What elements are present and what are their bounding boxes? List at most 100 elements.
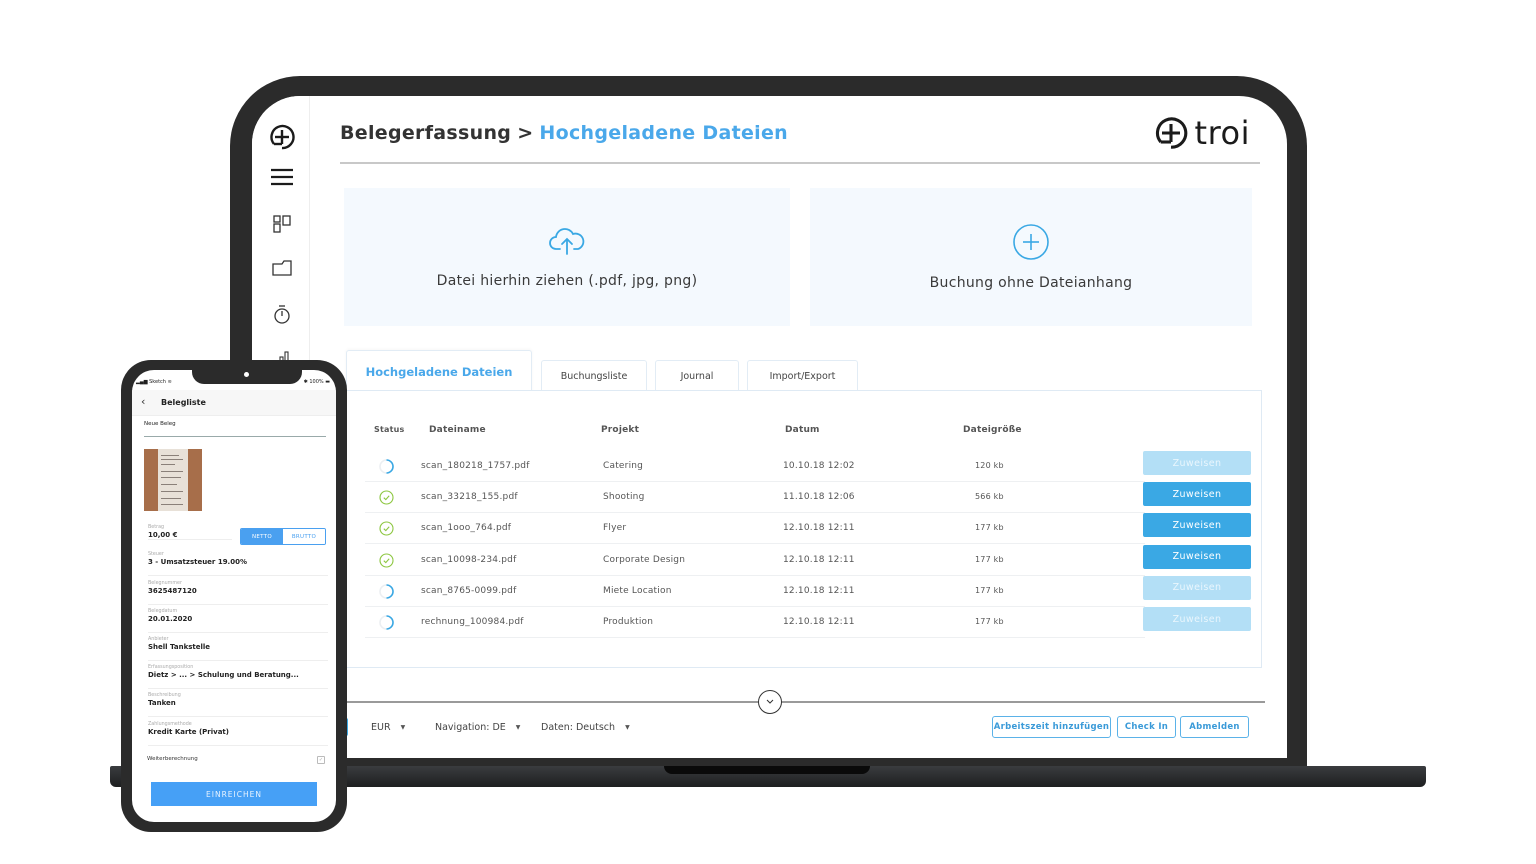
mobile-nav-title: Belegliste (161, 398, 206, 407)
assign-button[interactable]: Zuweisen (1143, 544, 1251, 569)
tab-import-export[interactable]: Import/Export (747, 360, 858, 392)
tab-journal[interactable]: Journal (655, 360, 739, 392)
column-header-date: Datum (785, 425, 820, 435)
collapse-footer-button[interactable] (758, 690, 782, 714)
data-language-select[interactable]: Daten: Deutsch ▼ (541, 722, 630, 733)
hamburger-menu-icon[interactable] (270, 165, 294, 189)
troi-brand-icon (1155, 117, 1187, 149)
assign-button[interactable]: Zuweisen (1143, 607, 1251, 631)
receipt-photo-thumbnail[interactable] (144, 449, 202, 511)
booking-without-attachment-button[interactable]: Buchung ohne Dateianhang (810, 188, 1252, 326)
field-value: 20.01.2020 (148, 615, 193, 623)
field-label: Belegnummer (148, 581, 182, 586)
uploaded-files-table: Status Dateiname Projekt Datum Dateigröß… (346, 390, 1262, 668)
breadcrumb-current: Hochgeladene Dateien (539, 122, 788, 144)
table-row[interactable]: scan_8765-0099.pdf Miete Location 12.10.18… (365, 576, 1145, 607)
upload-dropzone-label: Datei hierhin ziehen (.pdf, jpg, png) (436, 273, 698, 289)
table-row[interactable]: scan_180218_1757.pdf Catering 10.10.18 12:… (365, 451, 1145, 482)
cell-date: 12.10.18 12:11 (783, 585, 855, 596)
dashboard-icon[interactable] (270, 212, 294, 236)
battery-text: 100% (309, 379, 324, 385)
currency-select-value: EUR (371, 722, 391, 733)
caret-down-icon: ▼ (515, 724, 521, 731)
cell-project: Flyer (603, 523, 627, 534)
rebilling-label: Weiterberechnung (147, 756, 198, 762)
cell-project: Produktion (603, 617, 654, 627)
field-label: Belegdatum (148, 609, 178, 614)
footer-divider (340, 701, 1265, 703)
status-done-check-icon (379, 553, 394, 568)
cell-filename: scan_8765-0099.pdf (421, 585, 517, 596)
status-loading-spinner-icon (379, 583, 394, 599)
tab-booking-list[interactable]: Buchungsliste (541, 360, 647, 392)
description-field[interactable]: Beschreibung Tanken (148, 693, 328, 717)
cell-filesize: 177 kb (975, 617, 1004, 626)
field-label: Zahlungsmethode (148, 722, 192, 727)
netto-option[interactable]: NETTO (241, 529, 283, 544)
booking-position-field[interactable]: Erfassungsposition Dietz > ... > Schulun… (148, 665, 328, 689)
status-done-check-icon (379, 490, 394, 505)
chevron-down-icon (766, 699, 774, 704)
data-language-value: Daten: Deutsch (541, 722, 616, 733)
brand-logo: troi (1153, 114, 1250, 152)
assign-button[interactable]: Zuweisen (1143, 451, 1251, 475)
phone-status-battery: ✱ 100% ▬ (303, 379, 330, 385)
currency-select[interactable]: EUR ▼ (371, 722, 405, 733)
caret-down-icon: ▼ (400, 724, 406, 731)
cell-date: 12.10.18 12:11 (783, 523, 855, 534)
cell-filesize: 120 kb (975, 461, 1004, 470)
status-loading-spinner-icon (379, 459, 394, 474)
status-loading-spinner-icon (379, 615, 394, 630)
receipt-number-field[interactable]: Belegnummer 3625487120 (148, 581, 328, 605)
brutto-option[interactable]: BRUTTO (283, 529, 325, 544)
tax-field[interactable]: Steuer 3 - Umsatzsteuer 19.00% (148, 552, 328, 576)
camera-dot (244, 372, 249, 377)
mobile-app-screen: ▂▄▆ Sketch ≋ ✱ 100% ▬ ‹ Belegliste Neue … (132, 370, 336, 822)
breadcrumb-separator: > (517, 122, 534, 144)
cell-date: 11.10.18 12:06 (783, 492, 855, 503)
add-worktime-button[interactable]: Arbeitszeit hinzufügen (992, 716, 1111, 738)
amount-field[interactable]: Betrag 10,00 € (148, 525, 232, 540)
new-receipt-section-title: Neue Beleg (144, 421, 326, 437)
table-row[interactable]: scan_33218_155.pdf Shooting 11.10.18 12:06… (365, 482, 1145, 514)
column-header-filename: Dateiname (429, 425, 486, 435)
field-value: Tanken (148, 699, 176, 707)
breadcrumb: Belegerfassung > Hochgeladene Dateien (340, 122, 788, 144)
assign-button[interactable]: Zuweisen (1143, 575, 1251, 600)
assign-button[interactable]: Zuweisen (1143, 513, 1251, 538)
vendor-field[interactable]: Anbieter Shell Tankstelle (148, 637, 328, 661)
cell-filesize: 177 kb (975, 523, 1004, 533)
caret-down-icon: ▼ (625, 724, 630, 731)
troi-logo-icon[interactable] (268, 123, 296, 151)
table-row[interactable]: rechnung_100984.pdf Produktion 12.10.18 12… (365, 607, 1145, 638)
column-header-filesize: Dateigröße (963, 425, 1022, 435)
assign-button[interactable]: Zuweisen (1143, 482, 1251, 507)
breadcrumb-parent[interactable]: Belegerfassung (340, 122, 511, 144)
tab-uploaded-files[interactable]: Hochgeladene Dateien (346, 350, 532, 392)
navigation-language-select[interactable]: Navigation: DE ▼ (435, 722, 520, 733)
folder-icon[interactable] (270, 256, 294, 280)
table-row[interactable]: scan_10098-234.pdf Corporate Design 12.10.… (365, 545, 1145, 576)
back-chevron-icon[interactable]: ‹ (141, 395, 145, 408)
amount-label: Betrag (148, 525, 165, 530)
cloud-upload-icon (548, 225, 586, 259)
cell-project: Corporate Design (603, 554, 686, 565)
upload-dropzone[interactable]: Datei hierhin ziehen (.pdf, jpg, png) (344, 188, 790, 326)
logout-button[interactable]: Abmelden (1180, 716, 1249, 738)
rebilling-checkbox[interactable]: ✓ (317, 756, 325, 764)
payment-method-field[interactable]: Zahlungsmethode Kredit Karte (Privat) (148, 722, 328, 746)
check-in-button[interactable]: Check In (1117, 716, 1176, 738)
stopwatch-icon[interactable] (270, 302, 294, 326)
receipt-date-field[interactable]: Belegdatum 20.01.2020 (148, 609, 328, 633)
field-value: Shell Tankstelle (148, 643, 211, 651)
submit-button[interactable]: EINREICHEN (151, 782, 317, 806)
cell-filename: scan_33218_155.pdf (421, 492, 518, 503)
table-row[interactable]: scan_1ooo_764.pdf Flyer 12.10.18 12:11 177 … (365, 513, 1145, 545)
cell-filename: scan_1ooo_764.pdf (421, 523, 512, 534)
amount-value: 10,00 € (148, 531, 178, 539)
field-value: 3625487120 (148, 587, 197, 595)
netto-brutto-toggle: NETTO BRUTTO (240, 528, 326, 545)
field-label: Beschreibung (148, 693, 181, 698)
phone-notch (192, 370, 302, 384)
navigation-language-value: Navigation: DE (435, 722, 506, 733)
